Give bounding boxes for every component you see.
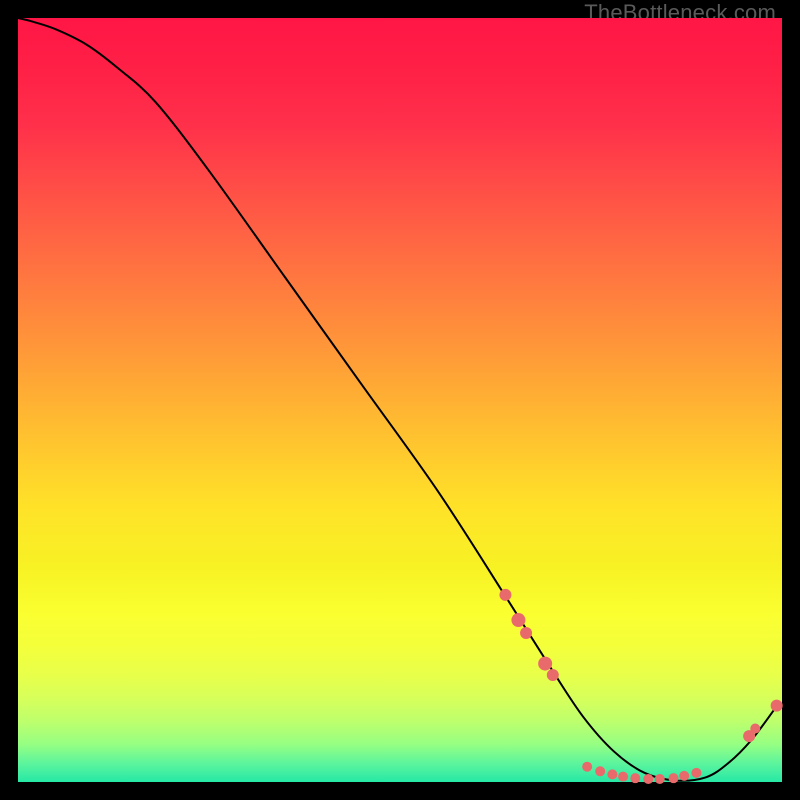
data-point (679, 771, 689, 781)
data-point (538, 657, 552, 671)
data-point (643, 774, 653, 784)
data-point (750, 724, 760, 734)
data-point (520, 627, 532, 639)
data-point (607, 769, 617, 779)
data-point (547, 669, 559, 681)
bottleneck-curve (18, 18, 774, 781)
data-point (655, 774, 665, 784)
data-point (582, 762, 592, 772)
plot-area (18, 18, 782, 782)
data-point (691, 768, 701, 778)
data-point (771, 700, 783, 712)
data-point (669, 773, 679, 783)
marker-layer (499, 589, 782, 784)
chart-svg (18, 18, 782, 782)
outer-frame: TheBottleneck.com (0, 0, 800, 800)
data-point (595, 766, 605, 776)
data-point (499, 589, 511, 601)
data-point (618, 772, 628, 782)
data-point (630, 773, 640, 783)
data-point (511, 613, 525, 627)
